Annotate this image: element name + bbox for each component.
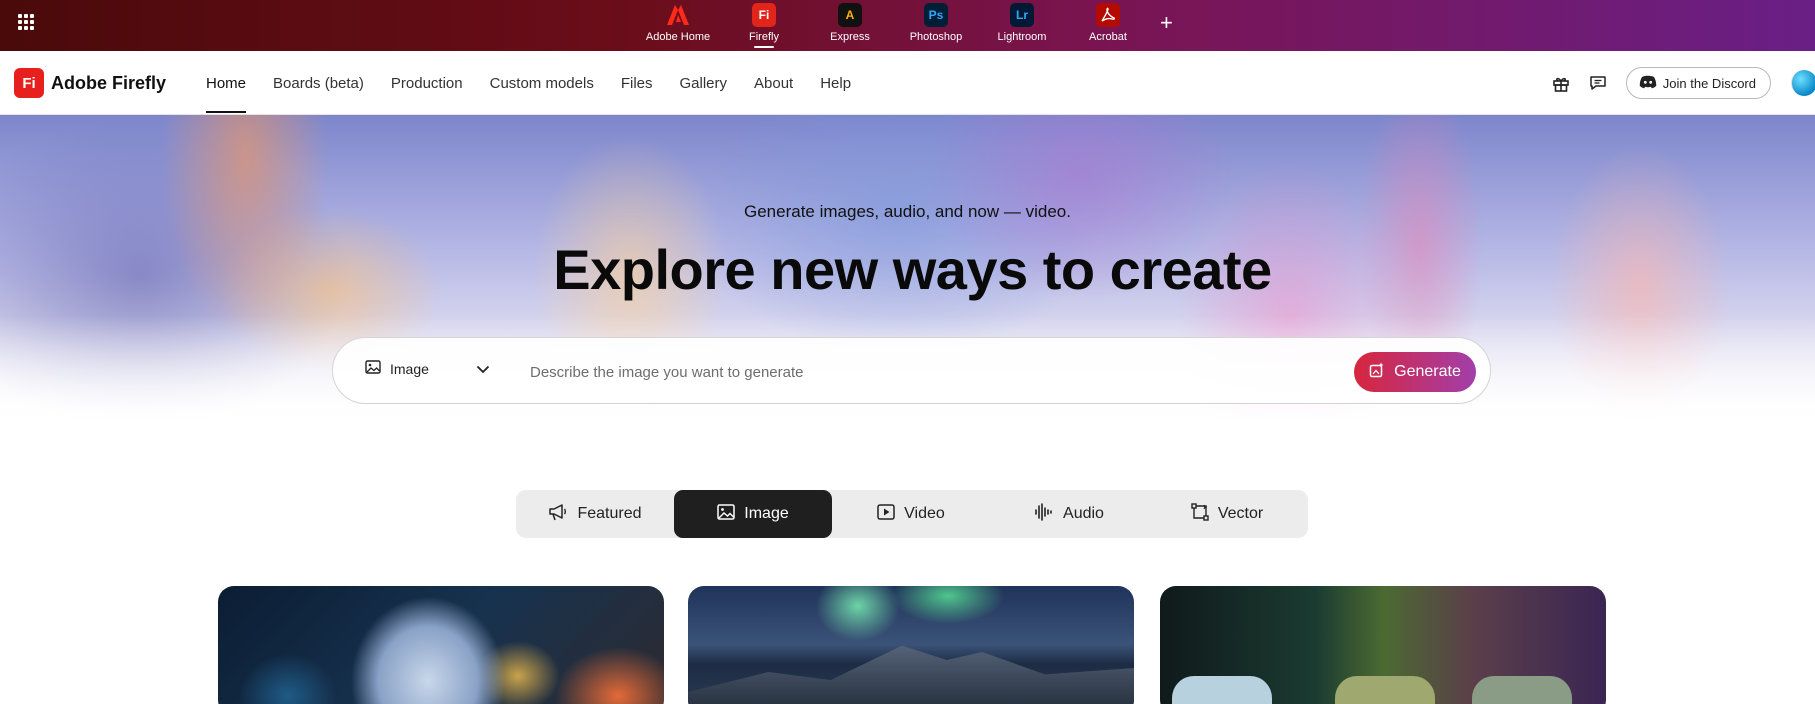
acrobat-icon	[1096, 3, 1120, 27]
lightroom-icon: Lr	[1010, 3, 1034, 27]
brand-logo[interactable]: Fi Adobe Firefly	[14, 68, 166, 98]
gallery-card-image	[1335, 676, 1435, 704]
firefly-icon: Fi	[752, 3, 776, 27]
tab-label: Featured	[577, 505, 642, 522]
generate-icon	[1369, 362, 1385, 383]
nav-actions: Join the Discord	[1546, 51, 1815, 115]
generate-button[interactable]: Generate	[1354, 352, 1476, 392]
tab-label: Video	[904, 505, 945, 522]
nav-links: Home Boards (beta) Production Custom mod…	[206, 51, 878, 115]
megaphone-icon	[548, 503, 568, 526]
nav-home[interactable]: Home	[206, 51, 247, 115]
app-lightroom[interactable]: Lr Lightroom	[979, 3, 1065, 48]
tab-label: Audio	[1063, 505, 1104, 522]
prompt-bar: Image Generate	[332, 337, 1491, 404]
app-firefly[interactable]: Fi Firefly	[721, 3, 807, 48]
video-icon	[877, 503, 895, 525]
brand-name: Adobe Firefly	[51, 72, 167, 93]
nav-about[interactable]: About	[754, 51, 793, 115]
user-avatar[interactable]	[1791, 70, 1815, 96]
hero-title: Explore new ways to create	[553, 238, 1272, 301]
app-label: Lightroom	[997, 31, 1047, 43]
category-tabs: Featured Image Video Audio Vector	[516, 490, 1308, 538]
tab-vector[interactable]: Vector	[1148, 490, 1306, 538]
tab-label: Image	[744, 505, 789, 522]
gift-icon[interactable]	[1546, 68, 1576, 98]
chevron-down-icon	[476, 361, 490, 377]
image-icon	[717, 503, 736, 525]
gallery-card-image	[1172, 676, 1272, 704]
app-label: Acrobat	[1089, 31, 1127, 43]
app-photoshop[interactable]: Ps Photoshop	[893, 3, 979, 48]
gallery-card-image	[1472, 676, 1572, 704]
join-discord-button[interactable]: Join the Discord	[1625, 67, 1771, 99]
gallery-card[interactable]	[688, 586, 1134, 704]
tab-label: Vector	[1217, 505, 1264, 522]
generation-type-select[interactable]: Image	[365, 360, 490, 377]
vector-icon	[1191, 502, 1209, 526]
active-indicator	[754, 46, 774, 48]
app-grid-icon[interactable]	[18, 14, 34, 30]
nav-gallery[interactable]: Gallery	[680, 51, 728, 115]
app-label: Adobe Home	[645, 31, 711, 43]
firefly-logo-icon: Fi	[14, 68, 44, 98]
nav-custom-models[interactable]: Custom models	[490, 51, 594, 115]
gallery-card-image	[688, 645, 1134, 704]
nav-files[interactable]: Files	[621, 51, 653, 115]
audio-wave-icon	[1034, 502, 1054, 526]
photoshop-icon: Ps	[924, 3, 948, 27]
add-app-button[interactable]: +	[1160, 10, 1173, 36]
app-label: Photoshop	[909, 31, 963, 43]
discord-icon	[1639, 75, 1657, 92]
main-nav: Fi Adobe Firefly Home Boards (beta) Prod…	[0, 51, 1815, 115]
hero-subtitle: Generate images, audio, and now — video.	[744, 202, 1071, 221]
generate-label: Generate	[1394, 363, 1461, 380]
app-acrobat[interactable]: Acrobat	[1065, 3, 1151, 48]
nav-help[interactable]: Help	[820, 51, 851, 115]
prompt-input[interactable]	[530, 356, 1330, 388]
adobe-logo-icon	[666, 3, 690, 27]
tab-audio[interactable]: Audio	[990, 490, 1148, 538]
tab-featured[interactable]: Featured	[516, 490, 674, 538]
discord-label: Join the Discord	[1662, 75, 1756, 91]
app-switcher-bar: Adobe Home Fi Firefly A Express Ps Photo…	[0, 0, 1815, 51]
tab-image[interactable]: Image	[674, 490, 832, 538]
express-icon: A	[838, 3, 862, 27]
nav-production[interactable]: Production	[391, 51, 463, 115]
app-label: Firefly	[749, 31, 779, 43]
nav-boards[interactable]: Boards (beta)	[273, 51, 364, 115]
app-adobe-home[interactable]: Adobe Home	[635, 3, 721, 48]
image-icon	[365, 360, 381, 377]
app-switcher-list: Adobe Home Fi Firefly A Express Ps Photo…	[635, 3, 1151, 48]
feedback-icon[interactable]	[1583, 68, 1613, 98]
gallery-card[interactable]	[218, 586, 664, 704]
gallery-card[interactable]	[1160, 586, 1606, 704]
tab-video[interactable]: Video	[832, 490, 990, 538]
generation-type-value: Image	[390, 360, 429, 377]
app-label: Express	[830, 31, 870, 43]
app-express[interactable]: A Express	[807, 3, 893, 48]
